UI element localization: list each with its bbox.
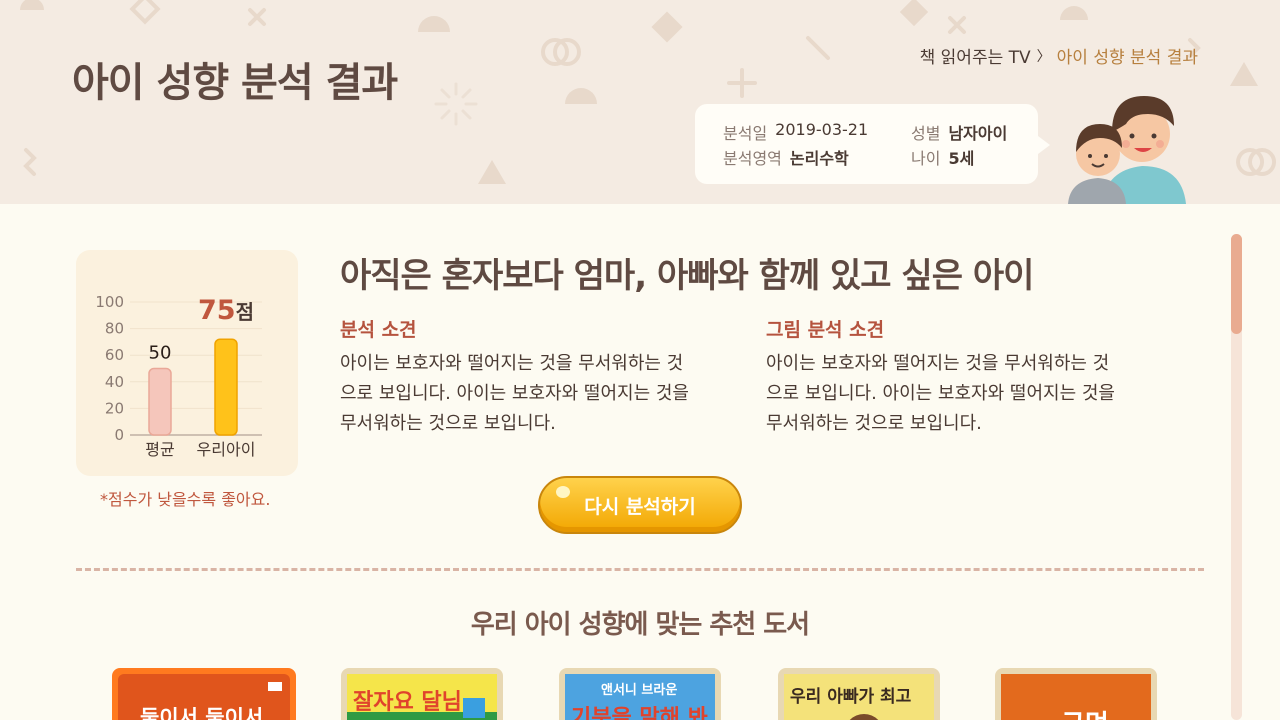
y-tick-label: 60: [105, 346, 124, 364]
section-divider: [76, 568, 1204, 571]
analysis-line: 으로 보입니다. 아이는 보호자와 떨어지는 것을: [340, 383, 689, 404]
drawing-analysis-text: 아이는 보호자와 떨어지는 것을 무서워하는 것 으로 보입니다. 아이는 보호…: [766, 349, 1146, 439]
book-card[interactable]: 구멍: [995, 668, 1157, 720]
date-value: 2019-03-21: [775, 119, 869, 139]
breadcrumb-home-link[interactable]: 책 읽어주는 TV: [920, 43, 1031, 68]
breadcrumb: 책 읽어주는 TV 〉 아이 성향 분석 결과: [920, 43, 1198, 68]
age-value: 5세: [948, 148, 975, 168]
book-cover-1: 둘이서 둘이서: [118, 674, 290, 720]
analysis-line: 무서워하는 것으로 보입니다.: [340, 413, 556, 434]
book-author: 앤서니 브라운: [601, 683, 678, 698]
area-value: 논리수학: [789, 148, 849, 168]
age-label: 나이: [911, 148, 941, 168]
book-card[interactable]: 둘이서 둘이서: [112, 668, 296, 720]
analysis-text: 아이는 보호자와 떨어지는 것을 무서워하는 것 으로 보입니다. 아이는 보호…: [340, 349, 720, 439]
y-tick-label: 20: [105, 399, 124, 417]
analysis-line: 아이는 보호자와 떨어지는 것을 무서워하는 것: [340, 353, 684, 374]
book-cover-4: 우리 아빠가 최고: [784, 674, 934, 720]
breadcrumb-separator: 〉: [1036, 48, 1051, 65]
book-title: 둘이서 둘이서: [140, 706, 264, 720]
book-logo-icon: [268, 682, 282, 691]
retry-button-label: 다시 분석하기: [584, 495, 696, 518]
book-art-icon: [844, 714, 884, 720]
analysis-info-box: 분석일 2019-03-21 성별 남자아이 분석영역 논리수학 나이 5세: [695, 104, 1050, 184]
data-label-average: 50: [149, 343, 172, 364]
score-chart-card: 100 80 60 40 20 0 평균 우리아이 50 75점: [76, 250, 298, 476]
book-cover-2: 잘자요 달님: [347, 674, 497, 720]
recommend-title: 우리 아이 성향에 맞는 추천 도서: [470, 610, 810, 640]
drawing-line: 아이는 보호자와 떨어지는 것을 무서워하는 것: [766, 353, 1110, 374]
drawing-analysis-title: 그림 분석 소견: [766, 319, 885, 341]
book-card[interactable]: 앤서니 브라운 기분을 말해 봐: [559, 668, 721, 720]
book-cover-3: 앤서니 브라운 기분을 말해 봐: [565, 674, 715, 720]
x-category-label: 평균: [145, 440, 174, 459]
parent-child-illustration: [1068, 96, 1186, 204]
y-tick-label: 0: [114, 426, 124, 444]
book-title: 기분을 말해 봐: [571, 706, 708, 720]
area-label: 분석영역: [723, 148, 782, 168]
drawing-line: 무서워하는 것으로 보입니다.: [766, 413, 982, 434]
drawing-line: 으로 보입니다. 아이는 보호자와 떨어지는 것을: [766, 383, 1115, 404]
scrollbar[interactable]: [1231, 234, 1242, 720]
date-label: 분석일: [723, 123, 768, 143]
page-title: 아이 성향 분석 결과: [72, 60, 398, 106]
bar-average: [148, 367, 172, 436]
page-header: 아이 성향 분석 결과 책 읽어주는 TV 〉 아이 성향 분석 결과 분석일 …: [0, 0, 1280, 204]
book-title: 우리 아빠가 최고: [790, 687, 912, 707]
result-headline: 아직은 혼자보다 엄마, 아빠와 함께 있고 싶은 아이: [340, 256, 1034, 296]
score-note: *점수가 낮을수록 좋아요.: [100, 490, 271, 509]
analysis-title: 분석 소견: [340, 319, 417, 341]
breadcrumb-current: 아이 성향 분석 결과: [1056, 48, 1198, 68]
button-shine: [556, 486, 570, 498]
y-tick-label: 100: [95, 293, 124, 311]
book-title: 잘자요 달님: [353, 690, 462, 715]
gender-label: 성별: [911, 123, 941, 143]
y-tick-label: 40: [105, 373, 124, 391]
scrollbar-thumb[interactable]: [1231, 234, 1242, 334]
bar-child: [214, 338, 238, 436]
data-label-child: 75점: [198, 295, 254, 326]
book-title: 구멍: [1061, 704, 1109, 720]
score-bar-chart: 100 80 60 40 20 0 평균 우리아이 50 75점: [95, 293, 262, 459]
book-card[interactable]: 잘자요 달님: [341, 668, 503, 720]
book-art-icon: [463, 698, 485, 718]
x-category-label: 우리아이: [197, 440, 256, 459]
book-card[interactable]: 우리 아빠가 최고: [778, 668, 940, 720]
book-cover-5: 구멍: [1001, 674, 1151, 720]
retry-analysis-button[interactable]: 다시 분석하기: [538, 476, 742, 534]
gender-value: 남자아이: [948, 123, 1008, 143]
y-tick-label: 80: [105, 320, 124, 338]
